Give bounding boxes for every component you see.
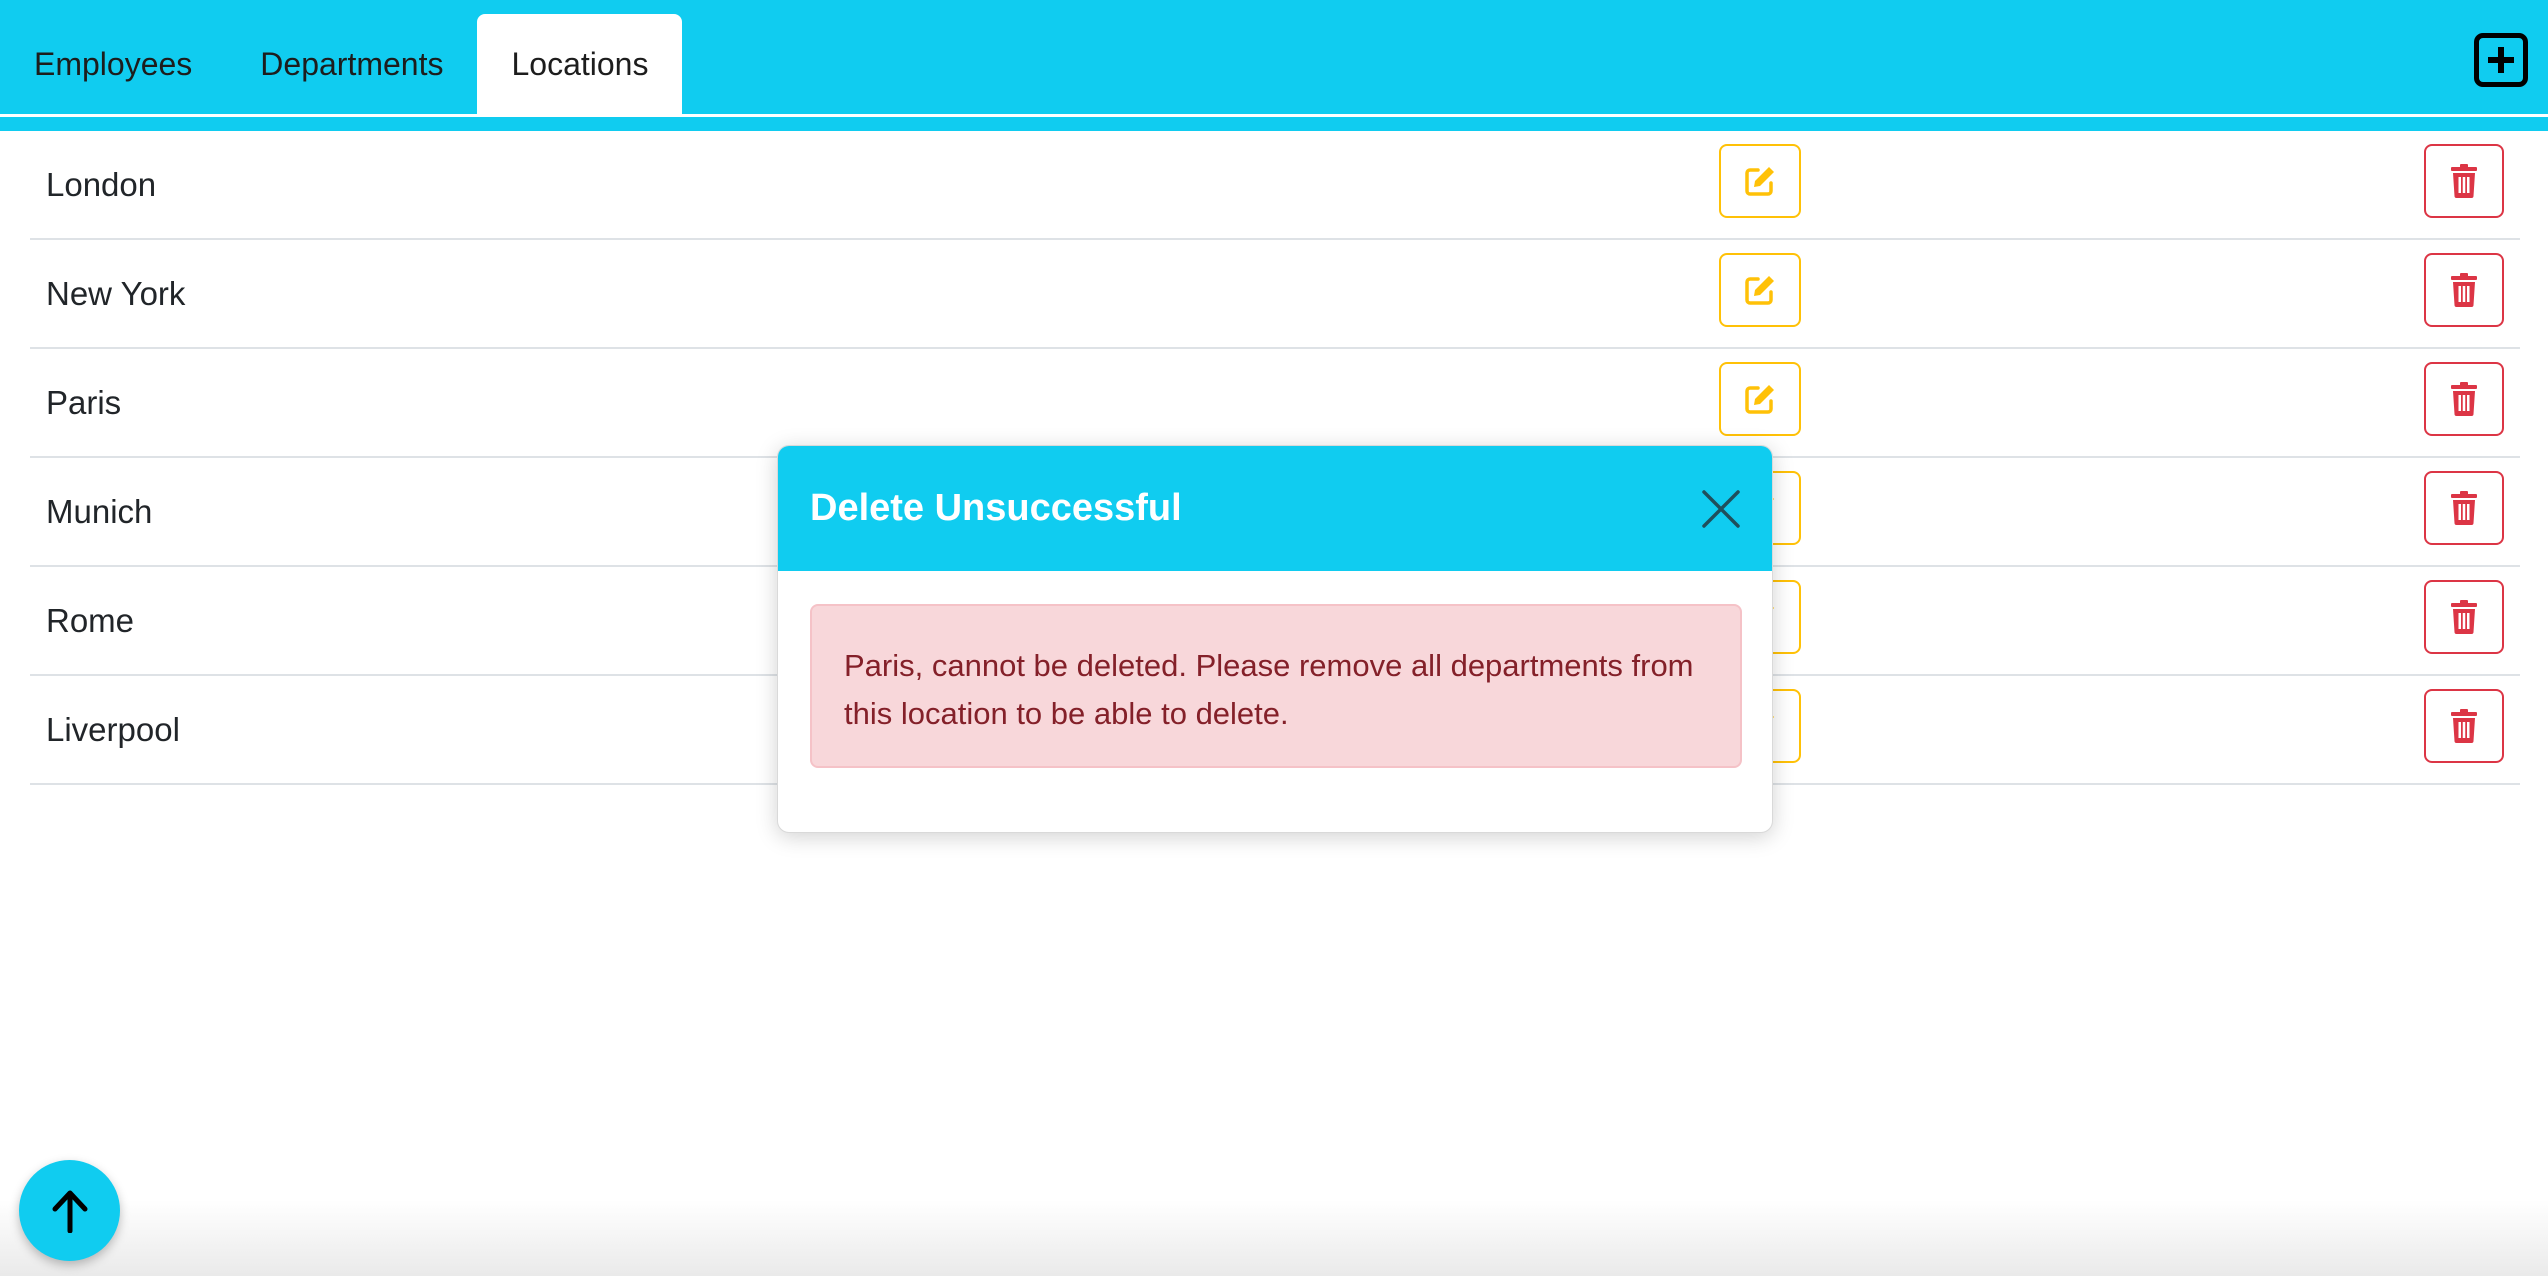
modal-close-button[interactable] [1698,486,1744,532]
edit-icon [1745,276,1774,305]
edit-icon [1745,385,1774,414]
trash-icon [2451,709,2477,743]
location-name: Rome [46,601,135,639]
delete-button[interactable] [2424,253,2504,327]
page: Employees Departments Locations London N… [0,0,2548,1276]
edit-button[interactable] [1719,253,1801,327]
edit-button[interactable] [1719,144,1801,218]
close-icon [1702,490,1740,528]
location-name: Paris [46,383,122,421]
edit-icon [1745,167,1774,196]
scroll-to-top-button[interactable] [19,1160,120,1261]
modal-header: Delete Unsuccessful [778,446,1772,571]
list-item: London [30,131,2520,240]
top-nav: Employees Departments Locations [0,0,2548,114]
tab-locations[interactable]: Locations [477,14,683,114]
delete-button[interactable] [2424,689,2504,763]
trash-icon [2451,382,2477,416]
modal-title: Delete Unsuccessful [810,487,1182,529]
arrow-up-icon [52,1190,87,1233]
error-alert: Paris, cannot be deleted. Please remove … [810,604,1742,768]
location-name: Liverpool [46,710,180,748]
location-name: New York [46,274,186,312]
tab-employees[interactable]: Employees [0,14,226,114]
trash-icon [2451,600,2477,634]
delete-button[interactable] [2424,471,2504,545]
delete-button[interactable] [2424,362,2504,436]
trash-icon [2451,164,2477,198]
bottom-shadow [0,1200,2548,1276]
add-location-button[interactable] [2474,33,2528,87]
list-item: Paris [30,349,2520,458]
tab-departments[interactable]: Departments [226,14,477,114]
edit-button[interactable] [1719,362,1801,436]
location-name: Munich [46,492,153,530]
location-name: London [46,165,157,203]
header-strip [0,117,2548,131]
trash-icon [2451,491,2477,525]
tab-bar: Employees Departments Locations [0,14,683,114]
plus-square-icon [2488,47,2514,73]
delete-button[interactable] [2424,144,2504,218]
list-item: New York [30,240,2520,349]
delete-error-modal: Delete Unsuccessful Paris, cannot be del… [777,445,1773,833]
trash-icon [2451,273,2477,307]
delete-button[interactable] [2424,580,2504,654]
